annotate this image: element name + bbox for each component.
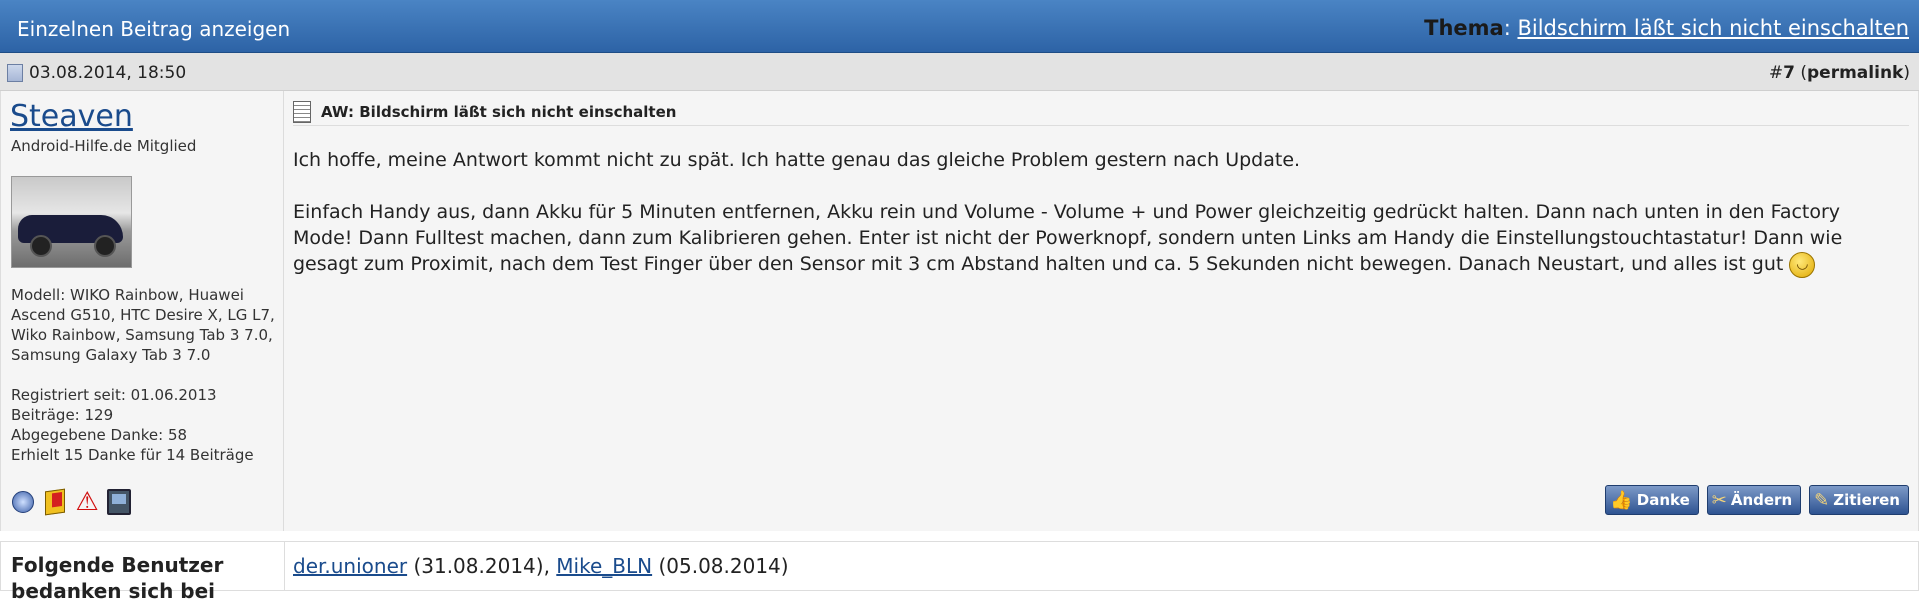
- quote-button[interactable]: ✎ Zitieren: [1809, 485, 1909, 515]
- username-link[interactable]: Steaven: [10, 99, 133, 134]
- post-message: Ich hoffe, meine Antwort kommt nicht zu …: [293, 147, 1903, 278]
- thread-info: Thema: Bildschirm läßt sich nicht einsch…: [1424, 16, 1909, 40]
- edit-button-label: Ändern: [1730, 491, 1793, 509]
- message-paragraph-1: Ich hoffe, meine Antwort kommt nicht zu …: [293, 149, 1301, 171]
- user-posts: Beiträge: 129: [11, 406, 114, 424]
- thanks-user-link-2[interactable]: Mike_BLN: [556, 554, 652, 578]
- post-content: AW: Bildschirm läßt sich nicht einschalt…: [284, 91, 1918, 531]
- thread-link[interactable]: Bildschirm läßt sich nicht einschalten: [1517, 16, 1909, 40]
- post-actions: 👍 Danke ✂ Ändern ✎ Zitieren: [1605, 485, 1909, 515]
- post-number-link[interactable]: 7: [1783, 63, 1795, 83]
- post-title-text: AW: Bildschirm läßt sich nicht einschalt…: [321, 103, 677, 121]
- thread-label: Thema: [1424, 16, 1504, 40]
- post-permalink-area: #7 (permalink): [1769, 63, 1910, 83]
- thanks-label: Folgende Benutzer bedanken sich bei: [11, 553, 224, 603]
- user-registered: Registriert seit: 01.06.2013: [11, 386, 217, 404]
- thanks-row: Folgende Benutzer bedanken sich bei der.…: [0, 541, 1919, 603]
- user-info-pane: Steaven Android-Hilfe.de Mitglied Modell…: [1, 91, 284, 531]
- permalink-link[interactable]: permalink: [1807, 63, 1903, 83]
- thanks-user-link-1[interactable]: der.unioner: [293, 554, 407, 578]
- post-date-bar: 03.08.2014, 18:50 #7 (permalink): [0, 53, 1919, 91]
- user-action-icons: ⚠: [11, 488, 131, 516]
- scissors-icon: ✂: [1711, 489, 1727, 511]
- message-paragraph-2: Einfach Handy aus, dann Akku für 5 Minut…: [293, 201, 1843, 275]
- post-date-text: 03.08.2014, 18:50: [29, 63, 187, 83]
- page-title: Einzelnen Beitrag anzeigen: [17, 17, 291, 41]
- user-received-thanks: Erhielt 15 Danke für 14 Beiträge: [11, 446, 254, 464]
- warning-icon[interactable]: ⚠: [75, 489, 99, 515]
- quote-button-label: Zitieren: [1833, 491, 1900, 509]
- thanks-user-list: der.unioner (31.08.2014), Mike_BLN (05.0…: [293, 554, 789, 578]
- post-number-prefix: #: [1768, 63, 1784, 83]
- avatar-wheel-rear: [94, 235, 116, 257]
- post-body: Steaven Android-Hilfe.de Mitglied Modell…: [0, 91, 1919, 531]
- user-given-thanks: Abgegebene Danke: 58: [11, 426, 188, 444]
- report-flag-icon[interactable]: [43, 488, 67, 516]
- post-date: 03.08.2014, 18:50: [7, 63, 186, 83]
- user-details: Modell: WIKO Rainbow, Huawei Ascend G510…: [11, 285, 276, 465]
- post-header-bar: Einzelnen Beitrag anzeigen Thema: Bildsc…: [0, 0, 1919, 53]
- online-status-icon[interactable]: [11, 490, 35, 514]
- thread-label-colon: :: [1503, 16, 1511, 40]
- computer-icon[interactable]: [107, 489, 131, 515]
- avatar-wheel-front: [30, 235, 52, 257]
- post-old-icon: [7, 64, 23, 82]
- thumbs-up-icon: 👍: [1610, 489, 1633, 511]
- avatar[interactable]: [11, 176, 132, 268]
- user-title: Android-Hilfe.de Mitglied: [11, 137, 197, 155]
- post-title: AW: Bildschirm läßt sich nicht einschalt…: [293, 99, 1909, 126]
- document-icon: [293, 101, 311, 123]
- thanks-divider: [284, 542, 285, 590]
- edit-button[interactable]: ✂ Ändern: [1706, 485, 1802, 515]
- permalink-open-paren: (: [1794, 63, 1808, 83]
- user-model: Modell: WIKO Rainbow, Huawei Ascend G510…: [11, 286, 275, 364]
- permalink-close-paren: ): [1903, 63, 1910, 83]
- thanks-button[interactable]: 👍 Danke: [1605, 485, 1699, 515]
- thanks-button-label: Danke: [1636, 491, 1690, 509]
- smile-icon: ◡: [1789, 251, 1816, 278]
- thanks-date-1: (31.08.2014),: [407, 554, 557, 578]
- pencil-icon: ✎: [1814, 489, 1830, 511]
- thanks-date-2: (05.08.2014): [652, 554, 789, 578]
